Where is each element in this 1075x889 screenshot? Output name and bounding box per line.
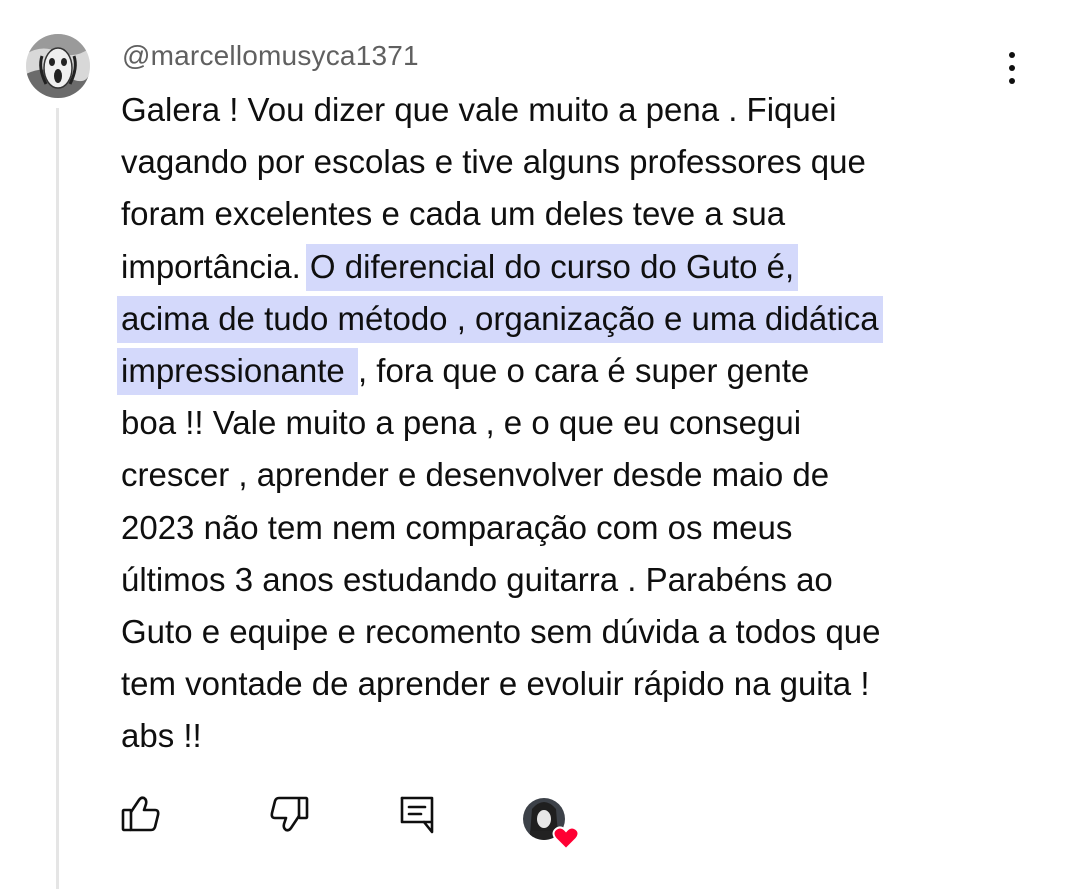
comment-line: Guto e equipe e recomento sem dúvida a t…: [121, 606, 1021, 658]
dislike-button[interactable]: [265, 790, 313, 838]
highlighted-text: O diferencial do curso do Guto é,: [305, 243, 799, 291]
comment-line: crescer , aprender e desenvolver desde m…: [121, 449, 1021, 501]
highlighted-text: impressionante: [117, 347, 358, 395]
comment-text-segment: boa !! Vale muito a pena , e o que eu co…: [121, 404, 802, 442]
like-button[interactable]: [117, 790, 165, 838]
thread-line: [56, 108, 59, 889]
comment-text-segment: últimos 3 anos estudando guitarra . Para…: [121, 560, 833, 598]
comment-text-segment: importância.: [121, 247, 301, 285]
comment-text-segment: foram excelentes e cada um deles teve a …: [121, 195, 786, 233]
comment-line: abs !!: [121, 710, 1021, 762]
thumbs-down-icon: [270, 796, 309, 832]
scream-painting-avatar-icon: [26, 34, 90, 98]
comment-line: importância. O diferencial do curso do G…: [121, 241, 1021, 293]
comment-line: vagando por escolas e tive alguns profes…: [121, 136, 1021, 188]
comment-text-segment: 2023 não tem nem comparação com os meus: [121, 508, 793, 546]
thumbs-up-icon: [121, 796, 160, 832]
comment-line: acima de tudo método , organização e uma…: [117, 293, 1021, 345]
comment-text-segment: crescer , aprender e desenvolver desde m…: [121, 456, 830, 494]
more-vertical-icon-dot: [1009, 65, 1015, 71]
comment-line: 2023 não tem nem comparação com os meus: [121, 502, 1021, 554]
comment-line: foram excelentes e cada um deles teve a …: [121, 188, 1021, 240]
reply-comment-icon: [400, 796, 434, 834]
comment-line: últimos 3 anos estudando guitarra . Para…: [121, 554, 1021, 606]
creator-heart-badge[interactable]: [520, 795, 584, 851]
comment-text-segment: Galera ! Vou dizer que vale muito a pena…: [121, 91, 837, 128]
comment-text-segment: tem vontade de aprender e evoluir rápido…: [121, 665, 870, 703]
comment-line: boa !! Vale muito a pena , e o que eu co…: [121, 397, 1021, 449]
comment-text-segment: , fora que o cara é super gente: [357, 351, 810, 389]
more-vertical-icon: [1009, 52, 1015, 58]
comment-thread: @marcellomusyca1371 Galera ! Vou dizer q…: [0, 0, 1075, 889]
comment-text: Galera ! Vou dizer que vale muito a pena…: [117, 84, 1021, 762]
comment-line: impressionante , fora que o cara é super…: [117, 345, 1021, 397]
creator-heart-icon: [523, 798, 580, 851]
highlighted-text: acima de tudo método , organização e uma…: [117, 295, 883, 343]
comment-text-segment: Guto e equipe e recomento sem dúvida a t…: [121, 612, 881, 650]
comment-line: Galera ! Vou dizer que vale muito a pena…: [121, 84, 1021, 136]
comment-text-segment: vagando por escolas e tive alguns profes…: [121, 143, 866, 181]
comment-line: tem vontade de aprender e evoluir rápido…: [121, 658, 1021, 710]
comment-text-segment: abs !!: [121, 717, 202, 755]
comment-author[interactable]: @marcellomusyca1371: [122, 38, 419, 74]
author-avatar[interactable]: [26, 34, 90, 98]
reply-button[interactable]: [394, 790, 442, 838]
